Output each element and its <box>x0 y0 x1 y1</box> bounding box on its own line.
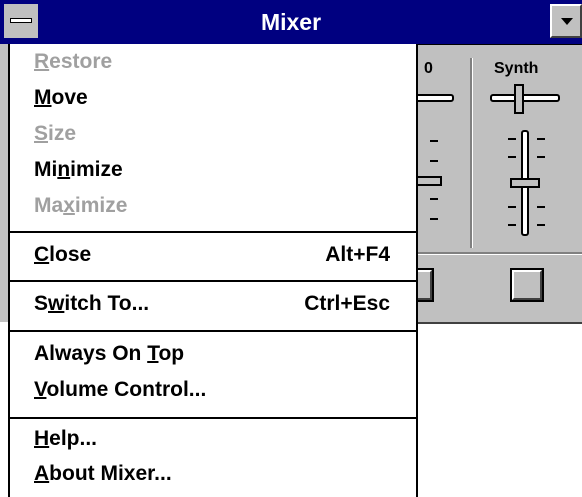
menu-separator <box>10 231 416 233</box>
system-menu: Restore Move Size Minimize Maximize Clos… <box>8 44 418 497</box>
menu-item-minimize[interactable]: Minimize <box>34 154 400 186</box>
menu-item-help[interactable]: Help... <box>34 423 400 455</box>
chevron-down-icon <box>561 18 573 25</box>
tick-mark <box>508 138 516 140</box>
switch-to-shortcut: Ctrl+Esc <box>304 292 390 315</box>
tick-mark <box>430 160 438 162</box>
mute-row-separator <box>418 252 582 255</box>
tick-mark <box>508 206 516 208</box>
tick-mark <box>430 140 438 142</box>
tick-mark <box>430 218 438 220</box>
tick-mark <box>537 156 545 158</box>
client-top-edge <box>418 44 582 45</box>
menu-item-close[interactable]: Close Alt+F4 <box>34 239 400 271</box>
close-shortcut: Alt+F4 <box>325 243 390 266</box>
tick-mark <box>430 198 438 200</box>
menu-separator <box>10 330 416 332</box>
menu-item-maximize: Maximize <box>34 194 128 217</box>
tick-mark <box>537 224 545 226</box>
window-title: Mixer <box>260 9 322 35</box>
column-label-partial: 0 <box>424 60 433 77</box>
column-label-synth: Synth <box>494 60 539 77</box>
menu-item-volume-control[interactable]: Volume Control... <box>34 374 400 406</box>
window-bottom-edge <box>418 322 582 324</box>
tick-mark <box>508 156 516 158</box>
title-bar[interactable]: Mixer <box>0 0 582 44</box>
synth-balance-thumb[interactable] <box>514 84 524 114</box>
synth-volume-thumb[interactable] <box>510 178 540 188</box>
menu-item-switch-to[interactable]: Switch To... Ctrl+Esc <box>34 288 400 320</box>
menu-item-always-on-top[interactable]: Always On Top <box>34 338 400 370</box>
menu-item-restore: Restore <box>34 50 113 73</box>
menu-separator <box>10 280 416 282</box>
menu-item-about[interactable]: About Mixer... <box>34 458 400 490</box>
menu-item-size: Size <box>34 122 77 145</box>
minimize-button[interactable] <box>550 4 582 38</box>
menu-item-move[interactable]: Move <box>34 82 400 114</box>
menu-separator <box>10 417 416 419</box>
column-divider <box>470 58 473 248</box>
tick-mark <box>537 206 545 208</box>
tick-mark <box>537 138 545 140</box>
synth-mute-button[interactable] <box>510 268 544 302</box>
synth-balance-slider[interactable] <box>490 94 560 102</box>
tick-mark <box>508 224 516 226</box>
